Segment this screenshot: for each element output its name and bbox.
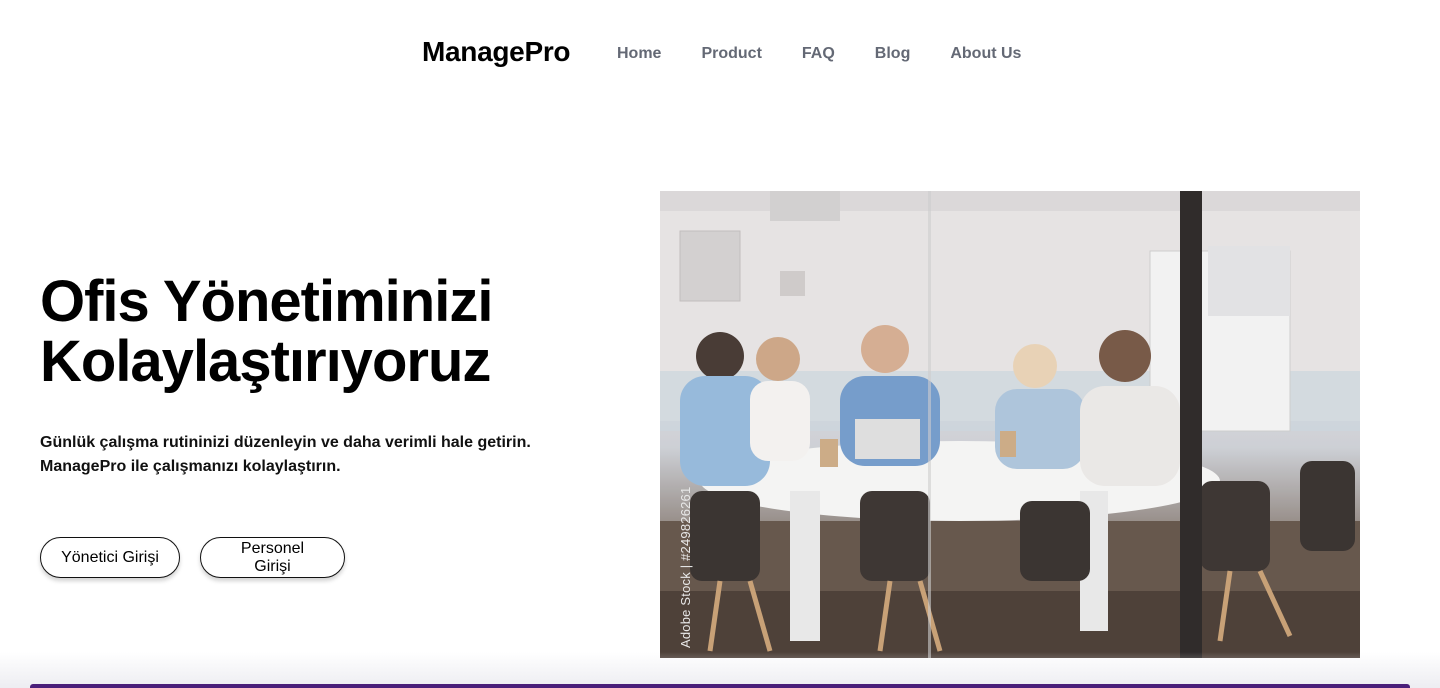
nav-home[interactable]: Home bbox=[617, 44, 661, 64]
landing-page: ManagePro Home Product FAQ Blog About Us… bbox=[0, 0, 1440, 688]
nav-faq[interactable]: FAQ bbox=[802, 44, 835, 64]
meeting-room-photo bbox=[660, 191, 1360, 658]
admin-login-button[interactable]: Yönetici Girişi bbox=[40, 537, 180, 578]
staff-login-button[interactable]: Personel Girişi bbox=[200, 537, 345, 578]
hero-description-line-2: ManagePro ile çalışmanızı kolaylaştırın. bbox=[40, 458, 341, 475]
hero-image bbox=[660, 191, 1360, 658]
nav-blog[interactable]: Blog bbox=[875, 44, 911, 64]
bottom-accent-bar bbox=[30, 684, 1410, 688]
photo-watermark: Adobe Stock | #249826261 bbox=[678, 486, 693, 648]
login-actions: Yönetici Girişi Personel Girişi bbox=[40, 537, 365, 578]
nav-product[interactable]: Product bbox=[701, 44, 761, 64]
hero-title: Ofis Yönetiminizi Kolaylaştırıyoruz bbox=[40, 272, 600, 392]
brand-logo[interactable]: ManagePro bbox=[422, 36, 571, 68]
main-nav: Home Product FAQ Blog About Us bbox=[617, 44, 1061, 64]
bottom-shadow bbox=[0, 652, 1440, 688]
nav-about-us[interactable]: About Us bbox=[950, 44, 1021, 64]
hero-description: Günlük çalışma rutininizi düzenleyin ve … bbox=[40, 431, 600, 479]
hero-title-line-2: Kolaylaştırıyoruz bbox=[40, 329, 491, 394]
hero-description-line-1: Günlük çalışma rutininizi düzenleyin ve … bbox=[40, 434, 531, 451]
hero-title-line-1: Ofis Yönetiminizi bbox=[40, 269, 493, 334]
site-header: ManagePro Home Product FAQ Blog About Us bbox=[0, 0, 1440, 108]
